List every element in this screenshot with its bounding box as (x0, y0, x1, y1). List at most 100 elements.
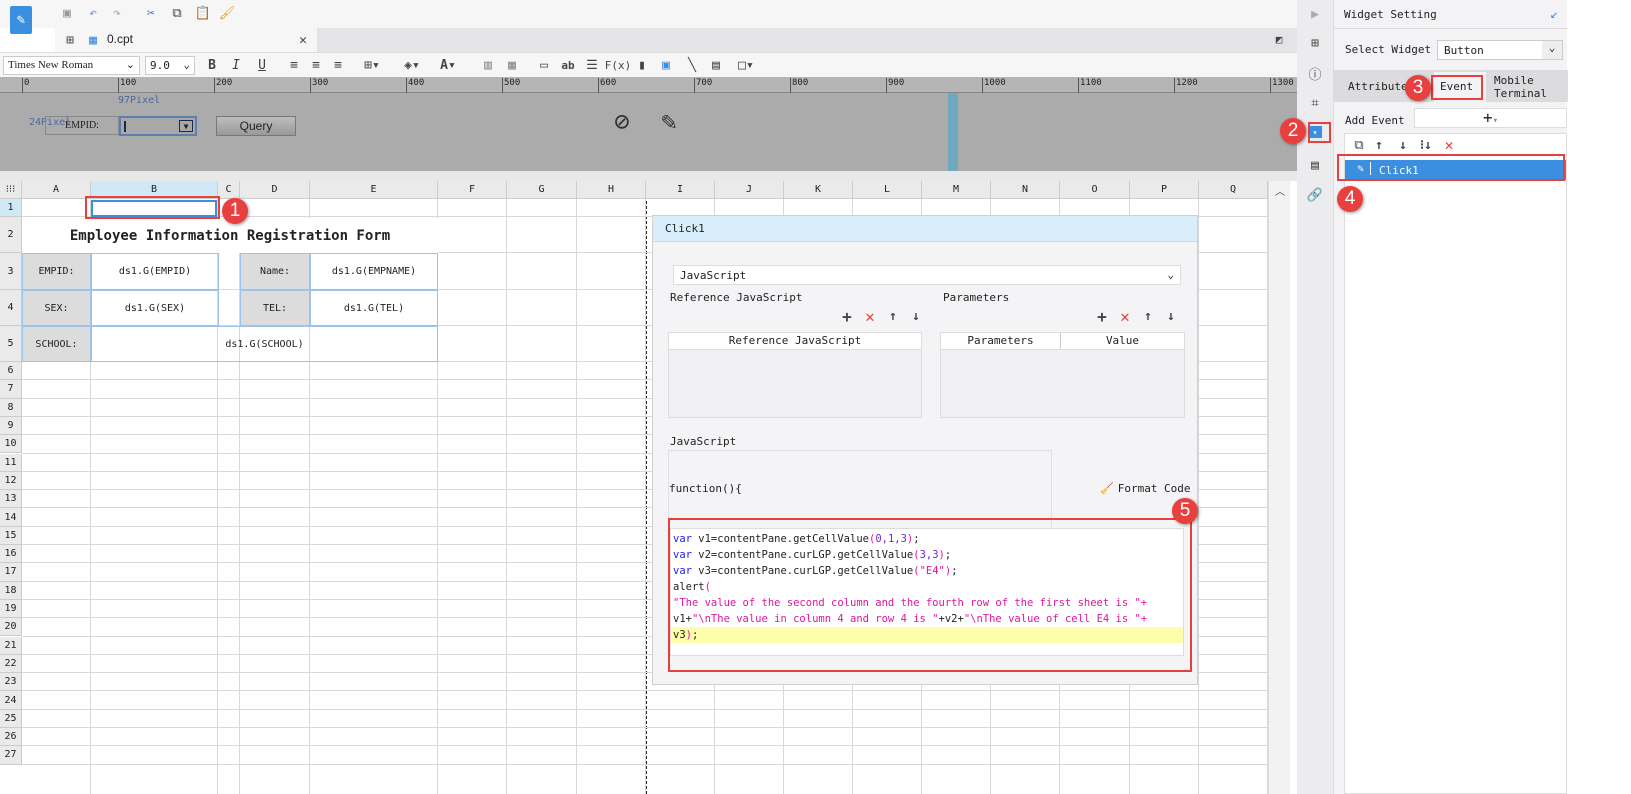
select-all-icon[interactable]: ⁝⁝⁝ (0, 181, 22, 199)
column-header-p[interactable]: P (1130, 181, 1199, 199)
move-up-icon[interactable]: ↑ (1371, 137, 1387, 153)
name-value-cell[interactable]: ds1.G(EMPNAME) (310, 253, 438, 290)
move-up-icon[interactable]: ↑ (885, 308, 901, 324)
add-parameter-icon[interactable]: + (1094, 307, 1110, 326)
row-header-16[interactable]: 16 (0, 545, 22, 564)
row-header-24[interactable]: 24 (0, 691, 22, 710)
move-up-parameter-icon[interactable]: ↑ (1140, 308, 1156, 324)
text-icon[interactable]: ab (560, 56, 576, 74)
script-type-select[interactable]: JavaScript ⌄ (673, 265, 1181, 285)
sex-label-cell[interactable]: SEX: (22, 290, 91, 326)
select-widget-dropdown[interactable]: Button ⌄ (1437, 40, 1563, 60)
format-code-button[interactable]: 🧹 Format Code (1100, 482, 1191, 495)
paste-icon[interactable]: 📋 (194, 4, 212, 22)
row-header-9[interactable]: 9 (0, 416, 22, 436)
row-header-18[interactable]: 18 (0, 581, 22, 600)
rich-text-icon[interactable]: ☰ (584, 56, 600, 74)
delete-event-icon[interactable]: ✕ (1441, 136, 1457, 154)
row-header-5[interactable]: 5 (0, 326, 22, 362)
add-icon[interactable]: + (839, 307, 855, 326)
tel-value-cell[interactable]: ds1.G(TEL) (310, 290, 438, 326)
name-label-cell[interactable]: Name: (240, 253, 310, 290)
font-family-select[interactable]: Times New Roman ⌄ (3, 56, 140, 75)
format-painter-icon[interactable]: 🖌 (218, 4, 236, 22)
merge-cells-icon[interactable]: ▥ (480, 56, 496, 74)
condition-attribute-icon[interactable]: ▤ (1306, 156, 1324, 174)
slash-icon[interactable]: ╲ (684, 56, 700, 74)
move-down-parameter-icon[interactable]: ↓ (1163, 308, 1179, 324)
row-header-23[interactable]: 23 (0, 673, 22, 692)
row-header-8[interactable]: 8 (0, 398, 22, 417)
column-header-c[interactable]: C (218, 181, 240, 199)
column-header-m[interactable]: M (922, 181, 991, 199)
tab-mobile-terminal[interactable]: Mobile Terminal (1494, 72, 1558, 100)
row-header-3[interactable]: 3 (0, 253, 22, 290)
copy-event-icon[interactable]: ⧉ (1351, 137, 1367, 153)
column-header-d[interactable]: D (240, 181, 310, 199)
school-value-cell[interactable]: ds1.G(SCHOOL) (91, 326, 438, 362)
app-menu-icon[interactable]: ✎ (10, 6, 32, 34)
dropdown-arrow-icon[interactable]: ▼ (179, 120, 193, 132)
delete-icon[interactable]: ✕ (862, 307, 878, 326)
row-header-17[interactable]: 17 (0, 563, 22, 582)
row-header-2[interactable]: 2 (0, 217, 22, 253)
move-bottom-icon[interactable]: ⁝↓ (1417, 137, 1435, 153)
tab-0-cpt[interactable]: ⊞ ▦ 0.cpt ✕ (55, 28, 317, 52)
align-right-icon[interactable]: ≡ (330, 56, 346, 74)
reference-js-table[interactable]: Reference JavaScript (668, 332, 922, 418)
empid-label-cell[interactable]: EMPID: (22, 253, 91, 290)
row-header-25[interactable]: 25 (0, 709, 22, 728)
row-header-22[interactable]: 22 (0, 654, 22, 674)
row-header-27[interactable]: 27 (0, 746, 22, 765)
row-header-10[interactable]: 10 (0, 435, 22, 454)
empid-label-widget[interactable]: EMPID: (45, 116, 119, 135)
column-header-o[interactable]: O (1060, 181, 1130, 199)
dock-icon[interactable]: ↙ (1546, 6, 1562, 22)
image-icon[interactable]: ▣ (658, 56, 674, 74)
school-label-cell[interactable]: SCHOOL: (22, 326, 91, 362)
column-header-f[interactable]: F (438, 181, 507, 199)
column-header-g[interactable]: G (507, 181, 577, 199)
column-header-l[interactable]: L (853, 181, 922, 199)
tab-attribute[interactable]: Attribute (1348, 80, 1408, 93)
sex-value-cell[interactable]: ds1.G(SEX) (91, 290, 219, 326)
row-header-6[interactable]: 6 (0, 362, 22, 381)
column-header-n[interactable]: N (991, 181, 1060, 199)
row-header-7[interactable]: 7 (0, 380, 22, 399)
unmerge-cells-icon[interactable]: ▦ (504, 56, 520, 74)
row-header-1[interactable]: 1 (0, 199, 22, 217)
column-header-e[interactable]: E (310, 181, 438, 199)
cell-attribute-icon[interactable]: ⊞ (1306, 34, 1324, 52)
row-header-13[interactable]: 13 (0, 490, 22, 509)
row-header-26[interactable]: 26 (0, 728, 22, 747)
font-size-select[interactable]: 9.0 ⌄ (145, 56, 195, 75)
align-left-icon[interactable]: ≡ (286, 56, 302, 74)
column-header-i[interactable]: I (646, 181, 715, 199)
row-header-15[interactable]: 15 (0, 526, 22, 545)
collapse-toolbar-icon[interactable]: ◩ (1272, 32, 1286, 46)
expand-arrow-icon[interactable]: ▶ (1307, 6, 1323, 22)
underline-icon[interactable]: U (254, 56, 270, 74)
undo-icon[interactable]: ↶ (84, 4, 102, 22)
formula-icon[interactable]: F(x) (605, 56, 632, 74)
row-header-19[interactable]: 19 (0, 599, 22, 619)
empid-value-cell[interactable]: ds1.G(EMPID) (91, 253, 219, 290)
cell-element-icon[interactable]: ⓘ (1306, 64, 1324, 83)
hidden-eye-icon[interactable]: ⊘ (605, 105, 639, 139)
float-element-icon[interactable]: ⌗ (1306, 94, 1324, 112)
row-header-20[interactable]: 20 (0, 618, 22, 637)
save-icon[interactable]: ▣ (58, 4, 76, 22)
bold-icon[interactable]: B (204, 56, 220, 74)
redo-icon[interactable]: ↷ (108, 4, 126, 22)
tel-label-cell[interactable]: TEL: (240, 290, 310, 326)
border-icon[interactable]: ⊞▾ (358, 56, 386, 74)
scroll-up-icon[interactable]: ︿ (1272, 183, 1288, 198)
row-header-12[interactable]: 12 (0, 471, 22, 491)
vertical-scrollbar[interactable]: ︿ (1268, 181, 1290, 794)
column-header-a[interactable]: A (22, 181, 91, 199)
close-tab-icon[interactable]: ✕ (295, 31, 311, 49)
align-center-icon[interactable]: ≡ (308, 56, 324, 74)
width-marker[interactable] (948, 93, 958, 171)
row-header-11[interactable]: 11 (0, 453, 22, 472)
frame-icon[interactable]: □▾ (734, 56, 758, 74)
